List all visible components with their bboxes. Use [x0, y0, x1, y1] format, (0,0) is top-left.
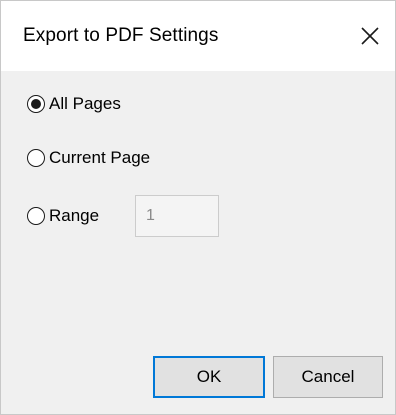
radio-all-pages[interactable]: All Pages: [27, 89, 121, 119]
radio-range-label: Range: [49, 206, 100, 225]
close-button[interactable]: [345, 1, 395, 71]
ok-button[interactable]: OK: [153, 356, 265, 398]
radio-range[interactable]: Range: [27, 201, 99, 231]
export-pdf-dialog: Export to PDF Settings All Pages Current…: [0, 0, 396, 415]
cancel-button[interactable]: Cancel: [273, 356, 383, 398]
radio-button-icon[interactable]: [27, 207, 45, 225]
title-bar: Export to PDF Settings: [1, 1, 395, 71]
radio-button-icon[interactable]: [27, 149, 45, 167]
radio-selected-dot: [31, 99, 41, 109]
radio-current-page[interactable]: Current Page: [27, 143, 150, 173]
radio-button-icon[interactable]: [27, 95, 45, 113]
close-icon: [361, 27, 379, 45]
range-input[interactable]: 1: [135, 195, 219, 237]
radio-all-pages-label: All Pages: [49, 94, 121, 113]
radio-current-page-label: Current Page: [49, 148, 151, 167]
dialog-title: Export to PDF Settings: [23, 25, 219, 46]
